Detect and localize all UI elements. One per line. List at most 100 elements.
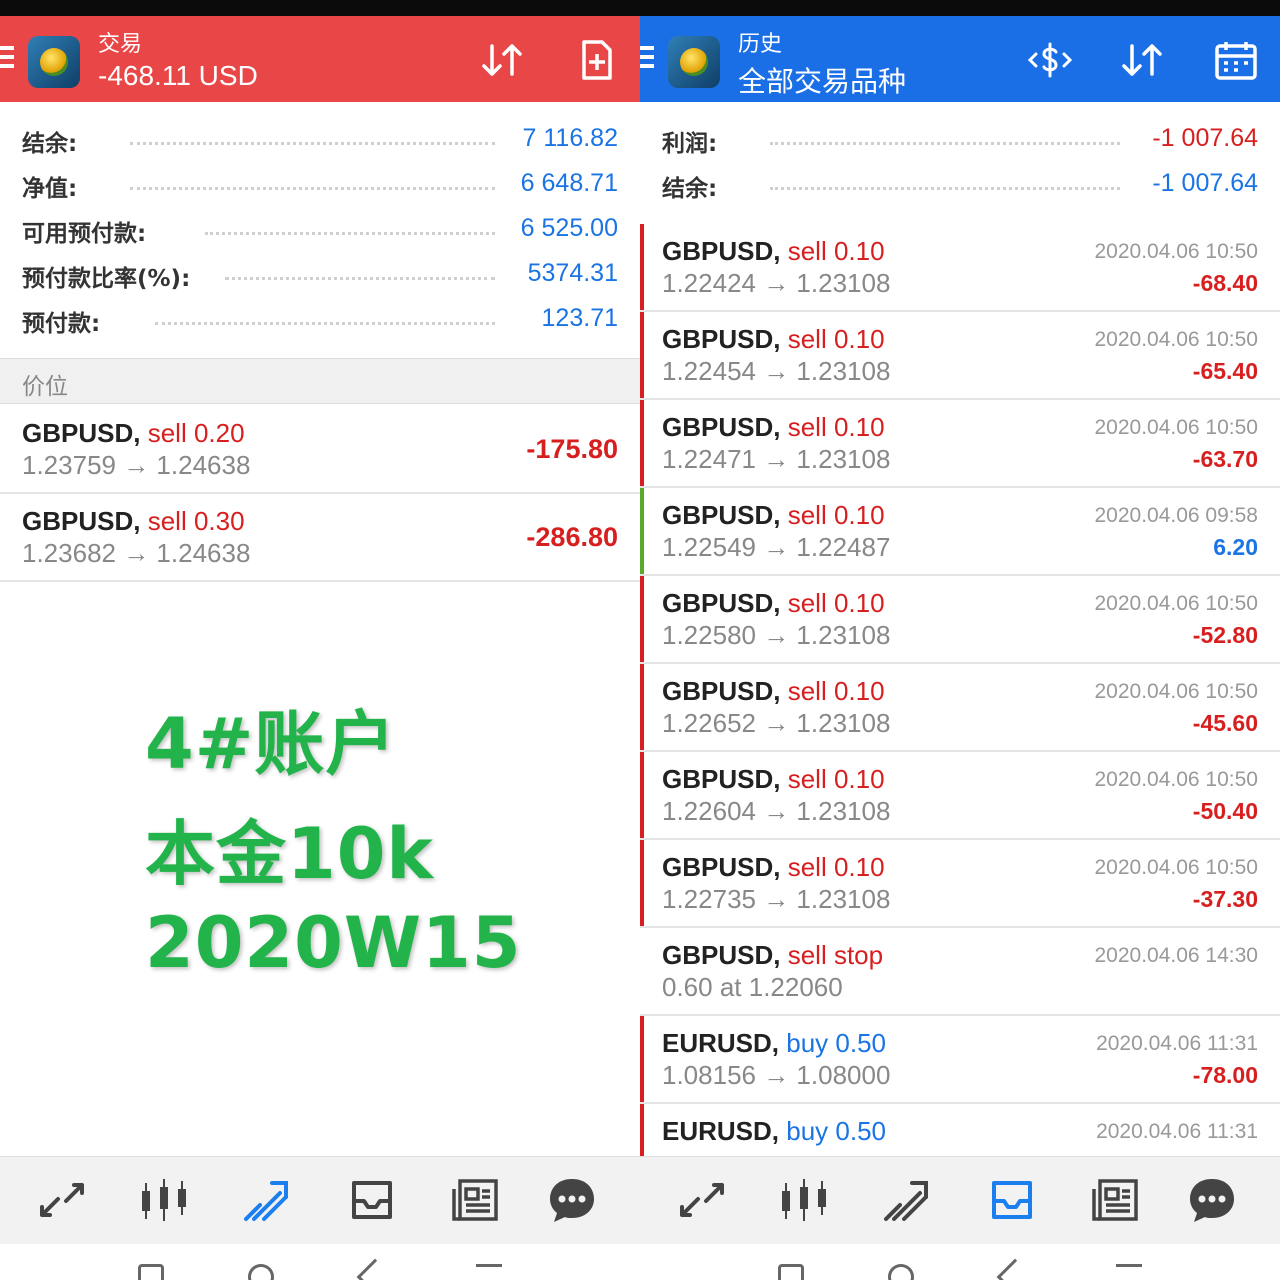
trade-header: 交易 -468.11 USD xyxy=(0,16,640,102)
home-button[interactable] xyxy=(248,1264,274,1280)
header-subtitle: 历史 xyxy=(738,32,783,57)
history-row[interactable]: GBPUSD, sell 0.10 1.22735 → 1.23108 2020.0… xyxy=(640,840,1280,928)
symbol-name: EURUSD, xyxy=(662,1028,780,1058)
summary-row: 结余: 7 116.82 xyxy=(0,116,640,161)
history-row[interactable]: GBPUSD, sell 0.10 1.22580 → 1.23108 2020.0… xyxy=(640,576,1280,664)
history-profit: -52.80 xyxy=(1192,622,1258,648)
summary-value: -1 007.64 xyxy=(1152,124,1258,152)
summary-label: 可用预付款: xyxy=(22,221,147,247)
status-bar-indicator xyxy=(640,488,644,574)
menu-button[interactable] xyxy=(476,1264,502,1280)
symbol-name: GBPUSD, xyxy=(662,940,781,970)
history-profit: -63.70 xyxy=(1192,446,1258,472)
sort-icon[interactable] xyxy=(478,40,526,80)
history-symbol: EURUSD, buy 0.50 xyxy=(662,1028,886,1059)
status-bar-indicator xyxy=(640,312,644,398)
dotted-leader xyxy=(205,232,495,235)
chart-icon[interactable] xyxy=(778,1175,830,1225)
symbol-name: GBPUSD, xyxy=(22,506,141,536)
history-row[interactable]: GBPUSD, sell 0.10 1.22471 → 1.23108 2020.0… xyxy=(640,400,1280,488)
history-profit: -68.40 xyxy=(1192,270,1258,296)
status-bar-indicator xyxy=(640,1016,644,1102)
history-row[interactable]: GBPUSD, sell 0.10 1.22549 → 1.22487 2020.0… xyxy=(640,488,1280,576)
dotted-leader xyxy=(770,187,1120,190)
back-button[interactable] xyxy=(996,1258,1034,1280)
history-icon[interactable] xyxy=(986,1175,1038,1225)
chat-icon[interactable] xyxy=(1186,1175,1238,1225)
history-symbol: GBPUSD, sell 0.10 xyxy=(662,676,885,707)
symbol-name: GBPUSD, xyxy=(662,500,781,530)
history-side: sell 0.10 xyxy=(787,324,885,354)
quotes-icon[interactable] xyxy=(676,1175,728,1225)
history-side: sell 0.10 xyxy=(787,412,885,442)
history-symbol: GBPUSD, sell 0.10 xyxy=(662,236,885,267)
position-symbol: GBPUSD, sell 0.30 xyxy=(22,506,245,537)
history-date: 2020.04.06 10:50 xyxy=(1094,768,1259,791)
history-profit: -37.30 xyxy=(1192,886,1258,912)
history-prices: 1.22549 → 1.22487 xyxy=(662,532,891,562)
calendar-icon[interactable] xyxy=(1212,40,1260,80)
news-icon[interactable] xyxy=(1090,1175,1142,1225)
section-label: 价位 xyxy=(22,374,68,400)
status-bar-indicator xyxy=(640,400,644,486)
history-row[interactable]: GBPUSD, sell 0.10 1.22604 → 1.23108 2020.0… xyxy=(640,752,1280,840)
history-row[interactable]: GBPUSD, sell 0.10 1.22424 → 1.23108 2020.0… xyxy=(640,224,1280,312)
history-icon[interactable] xyxy=(346,1175,398,1225)
history-symbol: GBPUSD, sell 0.10 xyxy=(662,852,885,883)
sort-icon[interactable] xyxy=(1118,40,1166,80)
symbol-name: GBPUSD, xyxy=(662,852,781,882)
history-row[interactable]: GBPUSD, sell 0.10 1.22454 → 1.23108 2020.0… xyxy=(640,312,1280,400)
summary-label: 预付款: xyxy=(22,311,101,337)
menu-button[interactable] xyxy=(1116,1264,1142,1280)
header-title: 全部交易品种 xyxy=(738,66,907,97)
position-side: sell 0.30 xyxy=(147,506,245,536)
history-symbol: GBPUSD, sell 0.10 xyxy=(662,324,885,355)
summary-row: 利润: -1 007.64 xyxy=(640,116,1280,161)
chat-icon[interactable] xyxy=(546,1175,598,1225)
position-row[interactable]: GBPUSD, sell 0.20 1.23759 → 1.24638 -175.8… xyxy=(0,406,640,494)
quotes-icon[interactable] xyxy=(36,1175,88,1225)
news-icon[interactable] xyxy=(450,1175,502,1225)
history-date: 2020.04.06 10:50 xyxy=(1094,240,1259,263)
summary-value: 5374.31 xyxy=(527,259,618,287)
summary-label: 利润: xyxy=(662,131,718,157)
history-header: 历史 全部交易品种 xyxy=(640,16,1280,102)
status-bar-indicator xyxy=(640,664,644,750)
summary-row: 结余: -1 007.64 xyxy=(640,161,1280,206)
history-profit: 6.20 xyxy=(1213,534,1258,560)
new-order-icon[interactable] xyxy=(572,40,620,80)
history-date: 2020.04.06 10:50 xyxy=(1094,328,1259,351)
summary-row: 预付款: 123.71 xyxy=(0,296,640,341)
menu-icon[interactable] xyxy=(0,46,14,72)
history-panel: 历史 全部交易品种 利润: -1 007.64 结余: -1 007.64 GBPUS… xyxy=(640,16,1280,1280)
history-date: 2020.04.06 10:50 xyxy=(1094,680,1259,703)
trade-icon[interactable] xyxy=(240,1175,292,1225)
dotted-leader xyxy=(130,187,495,190)
history-prices: 1.22471 → 1.23108 xyxy=(662,444,891,474)
recent-apps-button[interactable] xyxy=(778,1264,804,1280)
status-bar-indicator xyxy=(640,840,644,926)
back-button[interactable] xyxy=(356,1258,394,1280)
app-logo-icon xyxy=(28,36,80,88)
history-symbol: GBPUSD, sell 0.10 xyxy=(662,500,885,531)
history-date: 2020.04.06 11:31 xyxy=(1096,1032,1258,1055)
history-date: 2020.04.06 14:30 xyxy=(1094,944,1259,967)
summary-row: 预付款比率(%): 5374.31 xyxy=(0,251,640,296)
position-row[interactable]: GBPUSD, sell 0.30 1.23682 → 1.24638 -286.8… xyxy=(0,494,640,582)
trade-icon[interactable] xyxy=(880,1175,932,1225)
symbol-name: GBPUSD, xyxy=(22,418,141,448)
recent-apps-button[interactable] xyxy=(138,1264,164,1280)
deposit-icon[interactable] xyxy=(1026,40,1074,80)
history-row[interactable]: EURUSD, buy 0.50 1.08156 → 1.08000 2020.04… xyxy=(640,1016,1280,1104)
chart-icon[interactable] xyxy=(138,1175,190,1225)
history-row[interactable]: GBPUSD, sell 0.10 1.22652 → 1.23108 2020.0… xyxy=(640,664,1280,752)
home-button[interactable] xyxy=(888,1264,914,1280)
history-side: sell stop xyxy=(787,940,884,970)
dotted-leader xyxy=(225,277,495,280)
history-prices: 1.22652 → 1.23108 xyxy=(662,708,891,738)
app-logo-icon xyxy=(668,36,720,88)
history-side: sell 0.10 xyxy=(787,588,885,618)
menu-icon[interactable] xyxy=(640,46,654,72)
overlay-text: 4#账户 xyxy=(145,703,397,785)
history-row[interactable]: GBPUSD, sell stop 0.60 at 1.22060 2020.04.… xyxy=(640,928,1280,1016)
